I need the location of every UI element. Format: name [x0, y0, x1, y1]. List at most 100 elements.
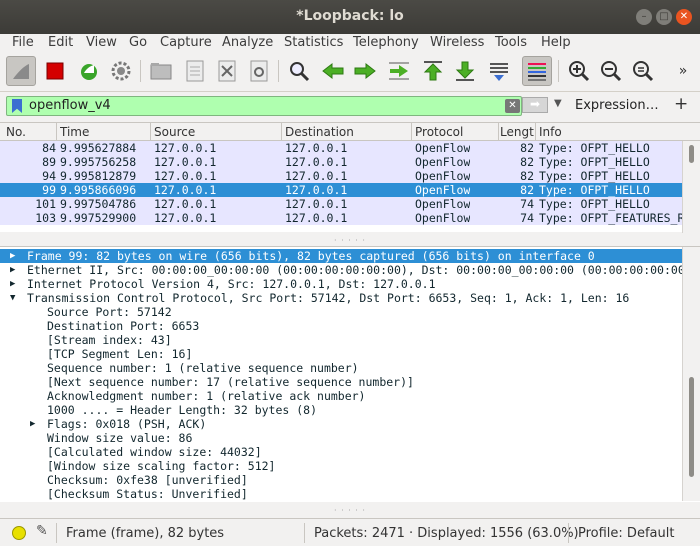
column-source[interactable]: Source	[154, 125, 280, 139]
go-back-icon[interactable]	[318, 56, 348, 86]
go-to-packet-icon[interactable]	[384, 56, 414, 86]
collapse-arrow-icon[interactable]: ▼	[10, 291, 15, 305]
packet-list-header: No. Time Source Destination Protocol Len…	[0, 123, 700, 141]
menu-capture[interactable]: Capture	[160, 35, 212, 50]
colorize-icon[interactable]	[522, 56, 552, 86]
cell-protocol: OpenFlow	[415, 169, 471, 183]
save-icon[interactable]	[180, 56, 210, 86]
tree-item-frame[interactable]: ▶ Frame 99: 82 bytes on wire (656 bits),…	[0, 249, 682, 263]
status-packet-counts: Packets: 2471 · Displayed: 1556 (63.0%)	[314, 526, 579, 541]
table-row[interactable]: 103 9.997529900 127.0.0.1 127.0.0.1 Open…	[0, 211, 682, 225]
tree-item-field[interactable]: 1000 .... = Header Length: 32 bytes (8)	[0, 403, 682, 417]
toolbar-more-icon[interactable]: »	[668, 56, 698, 86]
tree-item-field[interactable]: [Checksum Status: Unverified]	[0, 487, 682, 501]
display-filter-input[interactable]: openflow_v4 ✕	[6, 96, 522, 116]
capture-comment-icon[interactable]: ✎	[36, 523, 48, 539]
open-folder-icon[interactable]	[146, 56, 176, 86]
menu-go[interactable]: Go	[129, 35, 147, 50]
column-info[interactable]: Info	[539, 125, 679, 139]
tree-item-ipv4[interactable]: ▶ Internet Protocol Version 4, Src: 127.…	[0, 277, 682, 291]
find-icon[interactable]	[284, 56, 314, 86]
options-gear-icon[interactable]	[106, 56, 136, 86]
tree-item-field[interactable]: Source Port: 57142	[0, 305, 682, 319]
tree-item-field[interactable]: [Stream index: 43]	[0, 333, 682, 347]
menu-telephony[interactable]: Telephony	[353, 35, 419, 50]
tree-item-field[interactable]: [Next sequence number: 17 (relative sequ…	[0, 375, 682, 389]
close-file-icon[interactable]	[212, 56, 242, 86]
table-row[interactable]: 101 9.997504786 127.0.0.1 127.0.0.1 Open…	[0, 197, 682, 211]
tree-item-field[interactable]: [Window size scaling factor: 512]	[0, 459, 682, 473]
first-packet-icon[interactable]	[418, 56, 448, 86]
table-row[interactable]: 89 9.995756258 127.0.0.1 127.0.0.1 OpenF…	[0, 155, 682, 169]
cell-source: 127.0.0.1	[154, 211, 217, 225]
tree-item-label: Internet Protocol Version 4, Src: 127.0.…	[27, 277, 436, 291]
stop-icon[interactable]	[40, 56, 70, 86]
minimize-button[interactable]: –	[636, 9, 652, 25]
tree-item-label: Destination Port: 6653	[47, 319, 200, 333]
go-forward-icon[interactable]	[350, 56, 380, 86]
expression-button[interactable]: Expression…	[575, 98, 659, 113]
filter-dropdown-icon[interactable]: ▼	[554, 98, 562, 109]
column-time[interactable]: Time	[60, 125, 148, 139]
menu-edit[interactable]: Edit	[48, 35, 73, 50]
expand-arrow-icon[interactable]: ▶	[30, 417, 35, 431]
zoom-in-icon[interactable]	[564, 56, 594, 86]
menu-view[interactable]: View	[86, 35, 117, 50]
column-destination[interactable]: Destination	[285, 125, 409, 139]
cell-info: Type: OFPT_HELLO	[539, 183, 650, 197]
menu-analyze[interactable]: Analyze	[222, 35, 273, 50]
tree-item-field[interactable]: Destination Port: 6653	[0, 319, 682, 333]
zoom-normal-icon[interactable]	[628, 56, 658, 86]
tree-item-field[interactable]: Acknowledgment number: 1 (relative ack n…	[0, 389, 682, 403]
column-length[interactable]: Length	[500, 125, 534, 139]
reload-icon[interactable]	[244, 56, 274, 86]
menu-help[interactable]: Help	[541, 35, 571, 50]
add-filter-button[interactable]: +	[674, 94, 688, 114]
table-row-selected[interactable]: 99 9.995866096 127.0.0.1 127.0.0.1 OpenF…	[0, 183, 682, 197]
tree-item-field[interactable]: [Calculated window size: 44032]	[0, 445, 682, 459]
expand-arrow-icon[interactable]: ▶	[10, 263, 15, 277]
tree-item-field[interactable]: Checksum: 0xfe38 [unverified]	[0, 473, 682, 487]
filter-actions: ➡ ▼	[518, 96, 568, 116]
packet-list-scrollbar[interactable]	[682, 141, 700, 233]
tree-item-field[interactable]: Window size value: 86	[0, 431, 682, 445]
cell-no: 94	[42, 169, 56, 183]
last-packet-icon[interactable]	[450, 56, 480, 86]
status-profile[interactable]: Profile: Default	[578, 526, 674, 541]
packet-list-scroll-thumb[interactable]	[689, 145, 694, 163]
filter-value[interactable]: openflow_v4	[29, 98, 111, 113]
restart-icon[interactable]	[74, 56, 104, 86]
menu-wireless[interactable]: Wireless	[430, 35, 484, 50]
column-no[interactable]: No.	[6, 125, 54, 139]
table-row[interactable]: 84 9.995627884 127.0.0.1 127.0.0.1 OpenF…	[0, 141, 682, 155]
packet-details-scroll-thumb[interactable]	[689, 377, 694, 477]
shark-fin-icon[interactable]	[6, 56, 36, 86]
expand-arrow-icon[interactable]: ▶	[10, 249, 15, 263]
menu-file[interactable]: File	[12, 35, 34, 50]
maximize-button[interactable]: □	[656, 9, 672, 25]
cell-time: 9.997504786	[60, 197, 137, 211]
column-protocol[interactable]: Protocol	[415, 125, 497, 139]
apply-filter-icon[interactable]: ➡	[522, 97, 548, 113]
menu-tools[interactable]: Tools	[495, 35, 527, 50]
tree-item-field[interactable]: Sequence number: 1 (relative sequence nu…	[0, 361, 682, 375]
cell-destination: 127.0.0.1	[285, 169, 348, 183]
menu-statistics[interactable]: Statistics	[284, 35, 343, 50]
pane-splitter-handle-2[interactable]: · · · · ·	[330, 506, 370, 515]
cell-protocol: OpenFlow	[415, 197, 471, 211]
expand-arrow-icon[interactable]: ▶	[10, 277, 15, 291]
packet-details-scrollbar[interactable]	[682, 247, 700, 501]
cell-destination: 127.0.0.1	[285, 211, 348, 225]
tree-item-tcp[interactable]: ▼ Transmission Control Protocol, Src Por…	[0, 291, 682, 305]
tree-item-flags[interactable]: ▶ Flags: 0x018 (PSH, ACK)	[0, 417, 682, 431]
autoscroll-icon[interactable]	[484, 56, 514, 86]
table-row[interactable]: 94 9.995812879 127.0.0.1 127.0.0.1 OpenF…	[0, 169, 682, 183]
cell-no: 99	[42, 183, 56, 197]
zoom-out-icon[interactable]	[596, 56, 626, 86]
bookmark-icon[interactable]	[12, 99, 22, 113]
close-window-button[interactable]: ✕	[676, 9, 692, 25]
pane-splitter-handle[interactable]: · · · · ·	[330, 236, 370, 245]
tree-item-field[interactable]: [TCP Segment Len: 16]	[0, 347, 682, 361]
expert-info-icon[interactable]	[12, 526, 26, 540]
tree-item-ethernet[interactable]: ▶ Ethernet II, Src: 00:00:00_00:00:00 (0…	[0, 263, 682, 277]
